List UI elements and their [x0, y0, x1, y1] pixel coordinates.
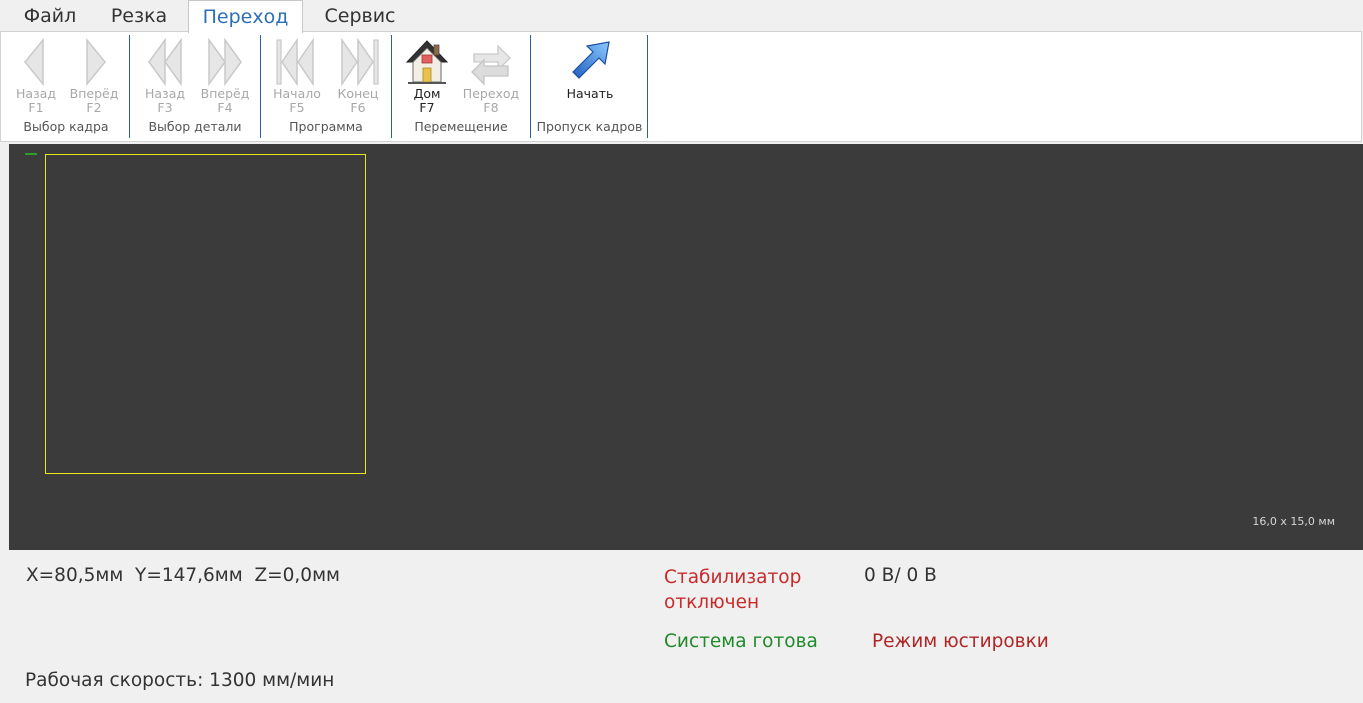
part-forward-key: F4 [217, 100, 233, 115]
arrow-left-icon [24, 38, 44, 86]
part-back-button[interactable]: Назад F3 [134, 32, 196, 118]
part-back-label: Назад [144, 86, 185, 101]
group-frame-skip: Начать Пропуск кадров [532, 32, 647, 141]
skip-start-button[interactable]: Начать [559, 32, 621, 118]
arrow-right-icon [86, 38, 106, 86]
home-icon [405, 40, 449, 84]
group-skip-label: Пропуск кадров [536, 119, 643, 134]
group-separator [391, 35, 392, 138]
system-status: Система готова [664, 631, 818, 652]
frame-forward-key: F2 [86, 100, 102, 115]
jump-label: Переход [462, 86, 520, 101]
jump-button[interactable]: Переход F8 [460, 32, 522, 118]
coordinates-readout: X=80,5мм Y=147,6мм Z=0,0мм [26, 565, 340, 586]
frame-back-label: Назад [15, 86, 56, 101]
sheet-outline [45, 154, 366, 474]
home-key: F7 [419, 100, 435, 115]
group-movement: Дом F7 Переход F8 Перемещение [393, 32, 529, 141]
origin-marker [25, 153, 37, 155]
home-label: Дом [413, 86, 441, 101]
group-frame-selection: Назад F1 Вперёд F2 Выбор кадра [3, 32, 129, 141]
group-part-selection: Назад F3 Вперёд F4 Выбор детали [131, 32, 259, 141]
sheet-size-label: 16,0 x 15,0 мм [1252, 515, 1335, 528]
group-frame-label: Выбор кадра [23, 119, 109, 134]
double-arrow-left-icon [148, 38, 182, 86]
part-forward-button[interactable]: Вперёд F4 [194, 32, 256, 118]
program-end-label: Конец [337, 86, 379, 101]
menu-bar: Файл Резка Переход Сервис [0, 0, 1363, 33]
working-speed: Рабочая скорость: 1300 мм/мин [25, 670, 335, 691]
group-program: Начало F5 Конец F6 Программа [262, 32, 390, 141]
group-program-label: Программа [289, 119, 363, 134]
mode-status: Режим юстировки [872, 631, 1049, 652]
skip-to-start-icon [276, 38, 314, 86]
program-start-button[interactable]: Начало F5 [266, 32, 328, 118]
ribbon-toolbar: Назад F1 Вперёд F2 Выбор кадра Назад F3 … [0, 31, 1362, 142]
group-separator [260, 35, 261, 138]
jump-key: F8 [483, 100, 499, 115]
app-window: Файл Резка Переход Сервис Назад F1 Вперё… [0, 0, 1363, 703]
group-part-label: Выбор детали [148, 119, 242, 134]
group-separator [647, 35, 648, 138]
home-button[interactable]: Дом F7 [396, 32, 458, 118]
program-end-key: F6 [350, 100, 366, 115]
part-back-key: F3 [157, 100, 173, 115]
transfer-arrows-icon [471, 44, 511, 86]
tab-file[interactable]: Файл [12, 0, 88, 32]
frame-forward-label: Вперёд [69, 86, 119, 101]
program-start-key: F5 [289, 100, 305, 115]
cutting-canvas[interactable]: 16,0 x 15,0 мм [9, 144, 1363, 550]
part-forward-label: Вперёд [200, 86, 250, 101]
group-separator [129, 35, 130, 138]
program-start-label: Начало [273, 86, 321, 101]
skip-start-label: Начать [566, 86, 614, 101]
group-movement-label: Перемещение [414, 119, 508, 134]
group-separator [530, 35, 531, 138]
stabilizer-status: Стабилизатор отключен [664, 567, 802, 613]
frame-forward-button[interactable]: Вперёд F2 [63, 32, 125, 118]
arrow-up-right-icon [572, 41, 610, 79]
frame-back-button[interactable]: Назад F1 [5, 32, 67, 118]
skip-to-end-icon [341, 38, 379, 86]
program-end-button[interactable]: Конец F6 [327, 32, 389, 118]
frame-back-key: F1 [28, 100, 44, 115]
double-arrow-right-icon [208, 38, 242, 86]
tab-cutting[interactable]: Резка [98, 0, 180, 32]
tab-service[interactable]: Сервис [312, 0, 408, 32]
tab-transition[interactable]: Переход [188, 0, 303, 33]
voltage-readout: 0 В/ 0 В [864, 565, 937, 586]
